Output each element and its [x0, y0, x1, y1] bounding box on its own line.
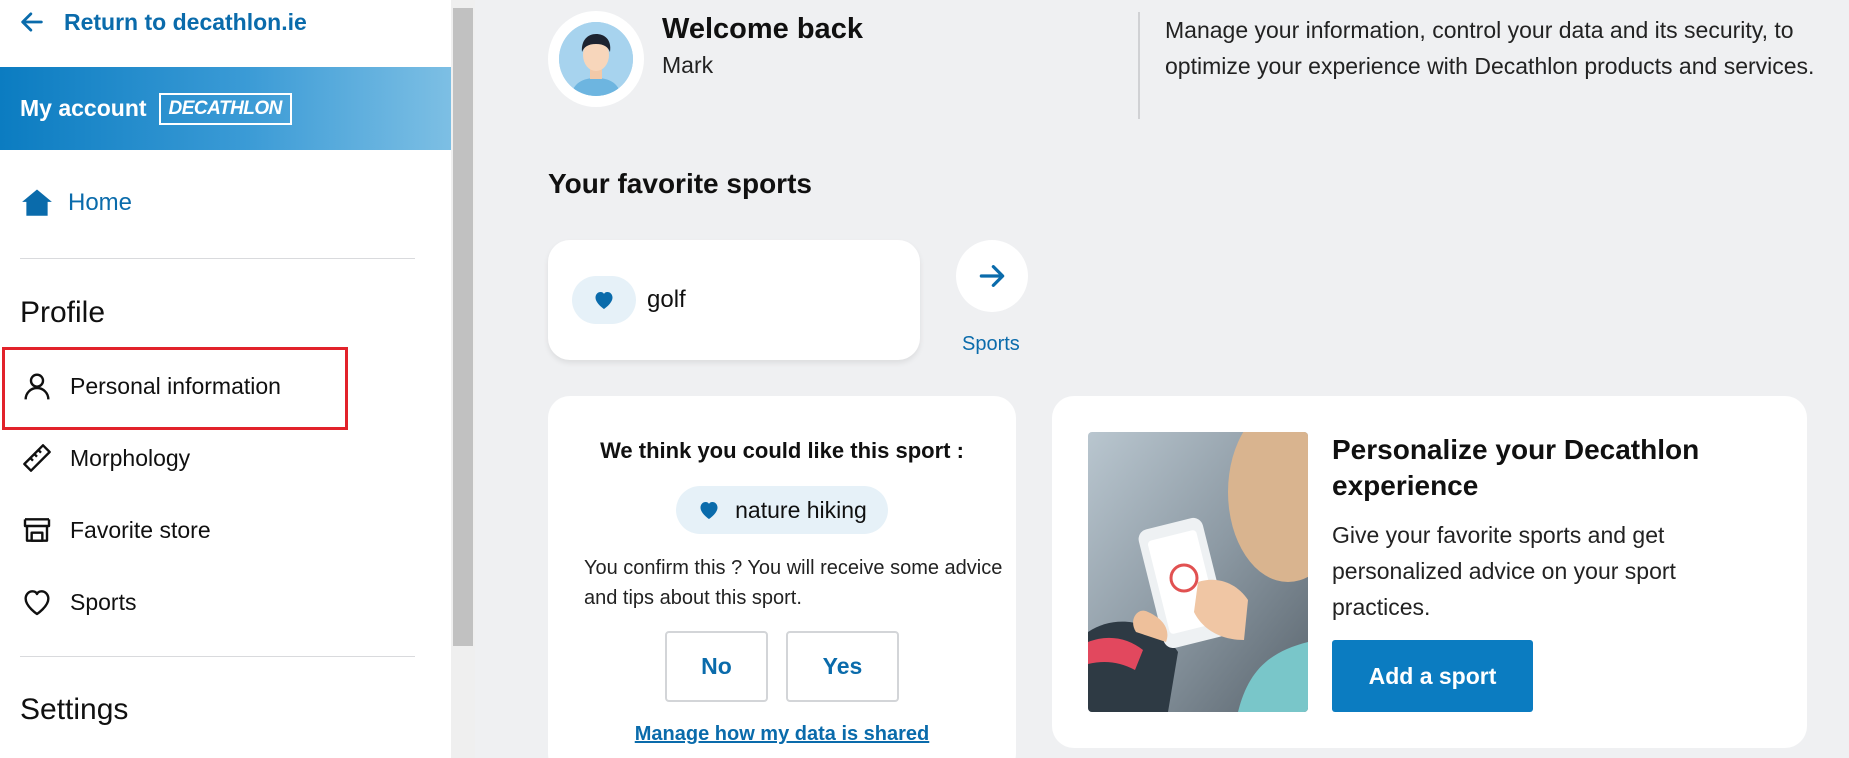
promo-image [1088, 432, 1308, 712]
account-title: My account [20, 95, 147, 121]
suggested-sport-chip: nature hiking [676, 486, 888, 534]
manage-data-link[interactable]: Manage how my data is shared [548, 723, 1016, 746]
heart-filled-icon [595, 292, 613, 309]
scrollbar-thumb[interactable] [453, 8, 473, 646]
welcome-title: Welcome back [662, 13, 863, 45]
add-sport-button[interactable]: Add a sport [1332, 640, 1533, 712]
ruler-icon [20, 441, 54, 475]
decathlon-logo: DECATHLON [158, 92, 292, 125]
yes-button[interactable]: Yes [786, 631, 899, 702]
suggestion-text: You confirm this ? You will receive some… [584, 557, 1003, 609]
sports-arrow-button[interactable] [956, 240, 1028, 312]
favorite-sports-title: Your favorite sports [548, 168, 812, 199]
return-label: Return to decathlon.ie [64, 8, 307, 35]
user-name: Mark [662, 52, 714, 78]
sidebar-item-label: Morphology [70, 444, 191, 471]
sidebar-item-favorite-store[interactable]: Favorite store [20, 513, 211, 547]
header-divider [1138, 12, 1140, 119]
sidebar-item-morphology[interactable]: Morphology [20, 441, 190, 475]
settings-heading: Settings [20, 693, 129, 726]
account-banner: My account DECATHLON [0, 67, 451, 150]
sport-chip [572, 276, 636, 324]
suggestion-title: We think you could like this sport : [600, 438, 964, 463]
promo-title: Personalize your Decathlon experience [1332, 434, 1700, 501]
no-button[interactable]: No [665, 631, 768, 702]
sidebar-item-label: Sports [70, 588, 137, 615]
sidebar-item-label: Favorite store [70, 516, 211, 543]
avatar [548, 11, 644, 107]
suggested-sport-name: nature hiking [735, 496, 867, 523]
sidebar-item-home[interactable]: Home [20, 186, 132, 220]
home-icon [22, 189, 52, 216]
account-description: Manage your information, control your da… [1165, 17, 1815, 79]
avatar-illustration [559, 22, 633, 96]
highlight-box [2, 347, 348, 430]
arrow-right-icon [979, 265, 1005, 287]
arrow-left-icon [21, 12, 43, 32]
sidebar: Return to decathlon.ie My account DECATH… [0, 0, 451, 758]
heart-filled-icon [700, 502, 718, 519]
return-link[interactable]: Return to decathlon.ie [18, 8, 307, 36]
sidebar-item-sports[interactable]: Sports [20, 585, 136, 619]
sports-link[interactable]: Sports [962, 333, 1020, 356]
sidebar-item-label: Home [68, 189, 133, 216]
favorite-sport-name: golf [647, 286, 686, 313]
store-icon [20, 513, 54, 547]
sidebar-divider [20, 258, 415, 259]
profile-heading: Profile [20, 296, 106, 329]
heart-icon [20, 585, 54, 619]
sidebar-divider [20, 656, 415, 657]
promo-text: Give your favorite sports and get person… [1332, 522, 1676, 620]
